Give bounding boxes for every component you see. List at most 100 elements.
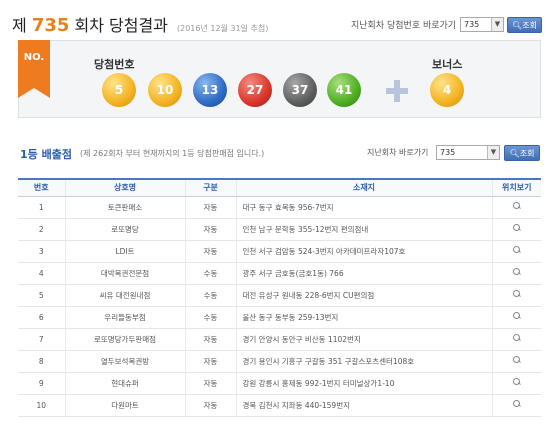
store-number: 7 xyxy=(18,328,65,351)
first-prize-stores-title: 1등 배출점 xyxy=(20,148,72,161)
col-header-number: 번호 xyxy=(18,178,65,197)
store-name: 현대슈퍼 xyxy=(64,372,185,395)
store-name: 다원마트 xyxy=(64,394,185,417)
stores-table: 번호 상호명 구분 소재지 위치보기 1 토큰판매소 자동 대구 동구 효목동 … xyxy=(18,178,541,417)
store-type: 자동 xyxy=(184,196,236,219)
store-number: 3 xyxy=(18,240,65,263)
store-address: 경기 안양시 동안구 비산동 1102번지 xyxy=(235,328,492,351)
table-header-row: 번호 상호명 구분 소재지 위치보기 xyxy=(18,178,541,197)
store-number: 5 xyxy=(18,284,65,307)
title-prefix: 제 xyxy=(12,16,27,35)
table-row: 4 대박복권전문점 수동 광주 서구 금호동(금호1동) 766 xyxy=(18,262,541,285)
magnifier-icon xyxy=(512,246,521,254)
magnifier-icon xyxy=(512,378,521,386)
plus-icon xyxy=(386,80,408,102)
table-row: 3 LDI트 자동 인천 서구 검암동 524-3번지 아카데미프라자107호 xyxy=(18,240,541,263)
store-type: 자동 xyxy=(184,372,236,395)
location-button[interactable] xyxy=(491,306,541,329)
store-address: 강원 강릉시 홍제동 992-1번지 터미널상가1-10 xyxy=(235,372,492,395)
store-name: 로또명당 xyxy=(64,218,185,241)
round-number: 735 xyxy=(31,15,70,36)
round-select[interactable]: 735 ▼ xyxy=(460,17,504,32)
table-row: 7 로또명당가두판매점 자동 경기 안양시 동안구 비산동 1102번지 xyxy=(18,328,541,351)
store-number: 8 xyxy=(18,350,65,373)
store-type: 자동 xyxy=(184,394,236,417)
search-icon: 🔍︎ xyxy=(509,149,520,158)
page-title: 제 735 회차 당첨결과 (2016년 12월 31일 추첨) xyxy=(12,12,268,36)
round-select-value: 735 xyxy=(464,20,480,29)
store-address: 대구 동구 효목동 956-7번지 xyxy=(235,196,492,219)
store-search-button[interactable]: 🔍︎조회 xyxy=(504,145,540,161)
store-address: 인천 서구 검암동 524-3번지 아카데미프라자107호 xyxy=(235,240,492,263)
store-number: 10 xyxy=(18,394,65,417)
winning-ball-4: 27 xyxy=(238,73,272,107)
winning-ball-6: 41 xyxy=(327,73,361,107)
table-row: 1 토큰판매소 자동 대구 동구 효목동 956-7번지 xyxy=(18,196,541,219)
bonus-label: 보너스 xyxy=(432,58,463,71)
store-search-button-label: 조회 xyxy=(519,149,535,158)
magnifier-icon xyxy=(512,224,521,232)
magnifier-icon xyxy=(512,312,521,320)
table-row: 5 씨유 대전원내점 수동 대전 유성구 원내동 228-6번지 CU편의점 xyxy=(18,284,541,307)
magnifier-icon xyxy=(512,268,521,276)
winning-ball-5: 37 xyxy=(283,73,317,107)
table-row: 8 열두보석복권방 자동 경기 용인시 기흥구 구갈동 351 구갈스포츠센터1… xyxy=(18,350,541,373)
store-number: 1 xyxy=(18,196,65,219)
store-name: LDI트 xyxy=(64,240,185,263)
magnifier-icon xyxy=(512,400,521,408)
bonus-ball: 4 xyxy=(430,73,464,107)
first-prize-stores-note: (제 262회차 부터 현재까지의 1등 당첨판매점 입니다.) xyxy=(80,149,265,158)
store-address: 인천 남구 문학동 355-12번지 편의점내 xyxy=(235,218,492,241)
location-button[interactable] xyxy=(491,372,541,395)
table-row: 2 로또명당 자동 인천 남구 문학동 355-12번지 편의점내 xyxy=(18,218,541,241)
store-name: 우리들동부점 xyxy=(64,306,185,329)
magnifier-icon xyxy=(512,202,521,210)
store-round-select[interactable]: 735 ▼ xyxy=(436,145,500,160)
search-icon: 🔍︎ xyxy=(512,21,523,30)
store-name: 로또명당가두판매점 xyxy=(64,328,185,351)
winning-numbers-label: 당첨번호 xyxy=(94,58,135,71)
location-button[interactable] xyxy=(491,196,541,219)
search-button[interactable]: 🔍︎조회 xyxy=(507,17,542,33)
col-header-type: 구분 xyxy=(184,178,236,197)
store-name: 씨유 대전원내점 xyxy=(64,284,185,307)
store-type: 수동 xyxy=(184,284,236,307)
store-name: 열두보석복권방 xyxy=(64,350,185,373)
store-type: 자동 xyxy=(184,328,236,351)
store-round-select-value: 735 xyxy=(440,148,456,157)
table-row: 10 다원마트 자동 경북 김천시 지좌동 440-159번지 xyxy=(18,394,541,417)
past-round-go-label: 지난회차 당첨번호 바로가기 xyxy=(351,21,457,31)
store-number: 6 xyxy=(18,306,65,329)
search-button-label: 조회 xyxy=(522,21,537,30)
location-button[interactable] xyxy=(491,240,541,263)
location-button[interactable] xyxy=(491,328,541,351)
store-address: 경북 김천시 지좌동 440-159번지 xyxy=(235,394,492,417)
store-name: 대박복권전문점 xyxy=(64,262,185,285)
location-button[interactable] xyxy=(491,350,541,373)
store-type: 자동 xyxy=(184,218,236,241)
round-ribbon: NO. xyxy=(18,40,50,98)
store-address: 경기 용인시 기흥구 구갈동 351 구갈스포츠센터108호 xyxy=(235,350,492,373)
location-button[interactable] xyxy=(491,262,541,285)
store-type: 자동 xyxy=(184,240,236,263)
location-button[interactable] xyxy=(491,218,541,241)
store-address: 대전 유성구 원내동 228-6번지 CU편의점 xyxy=(235,284,492,307)
winning-ball-2: 10 xyxy=(148,73,182,107)
store-type: 수동 xyxy=(184,306,236,329)
table-row: 6 우리들동부점 수동 울산 동구 동부동 259-13번지 xyxy=(18,306,541,329)
col-header-address: 소재지 xyxy=(235,178,492,197)
draw-date: (2016년 12월 31일 추첨) xyxy=(177,24,269,33)
location-button[interactable] xyxy=(491,284,541,307)
store-name: 토큰판매소 xyxy=(64,196,185,219)
ribbon-label: NO. xyxy=(23,52,45,63)
store-number: 2 xyxy=(18,218,65,241)
store-number: 4 xyxy=(18,262,65,285)
location-button[interactable] xyxy=(491,394,541,417)
magnifier-icon xyxy=(512,290,521,298)
draw-result-header: 제 735 회차 당첨결과 (2016년 12월 31일 추첨) 지난회차 당첨… xyxy=(0,0,560,40)
store-address: 울산 동구 동부동 259-13번지 xyxy=(235,306,492,329)
magnifier-icon xyxy=(512,334,521,342)
chevron-down-icon: ▼ xyxy=(487,146,499,159)
winning-ball-1: 5 xyxy=(102,73,136,107)
title-suffix: 회차 당첨결과 xyxy=(74,16,168,35)
